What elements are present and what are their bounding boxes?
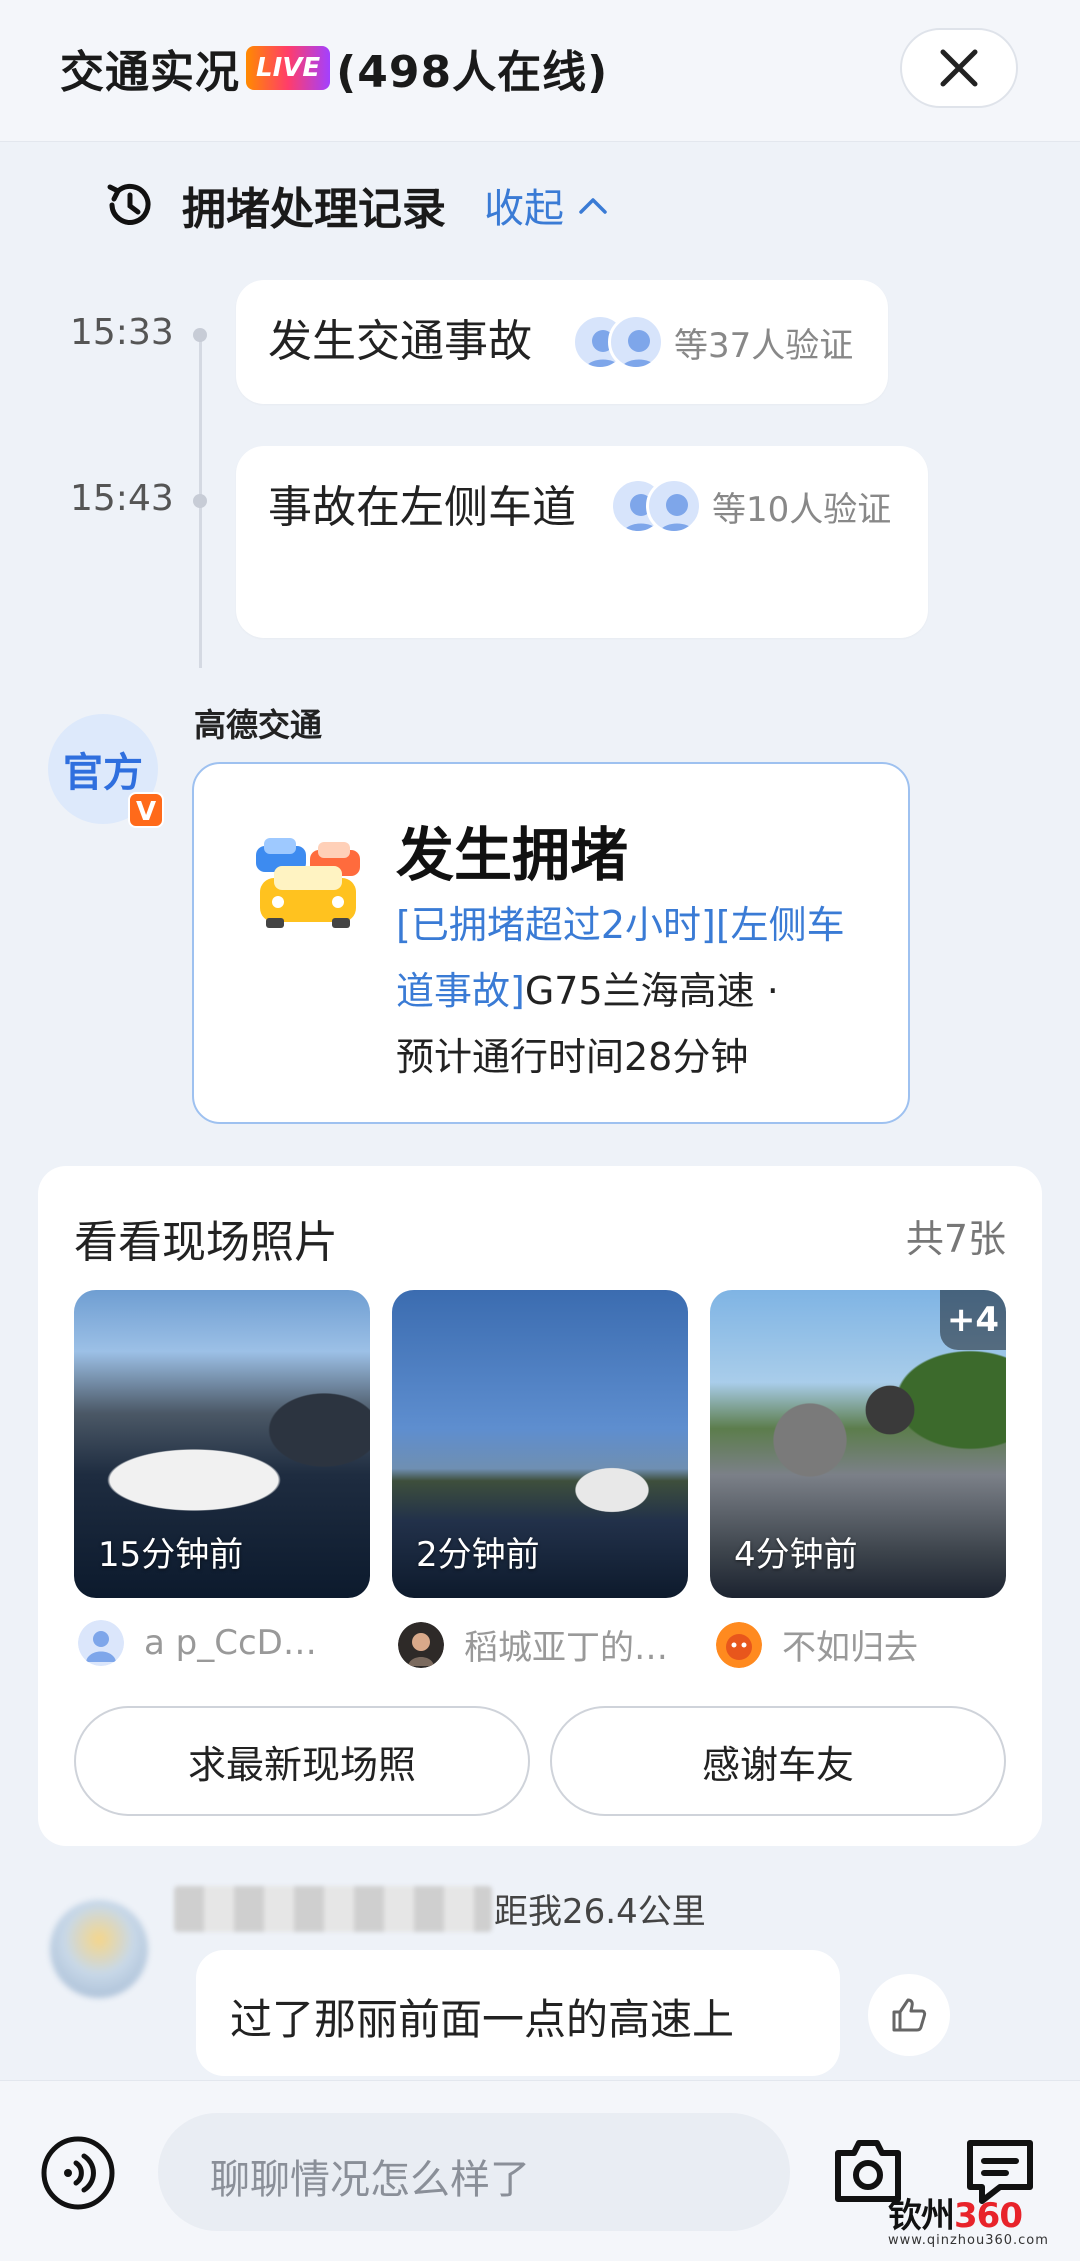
- comment-bubble: 过了那丽前面一点的高速上: [196, 1950, 840, 2076]
- event-text: 事故在左侧车道: [268, 482, 576, 533]
- live-badge: LIVE: [246, 46, 331, 90]
- comment-text: 过了那丽前面一点的高速上: [230, 1995, 735, 2044]
- avatar: [716, 1621, 762, 1668]
- photos-count[interactable]: 共7张: [906, 1208, 1006, 1263]
- scene-photo[interactable]: 2分钟前: [392, 1290, 688, 1598]
- close-button[interactable]: [900, 28, 1018, 108]
- event-text: 发生交通事故: [268, 316, 532, 367]
- chat-placeholder: 聊聊情况怎么样了: [210, 2157, 530, 2203]
- card-title: 发生拥堵: [396, 821, 629, 889]
- avatar: [608, 314, 664, 370]
- official-name[interactable]: 高德交通: [194, 700, 322, 746]
- event-time: 15:33: [70, 312, 174, 353]
- thumbs-up-icon: [892, 1998, 927, 2032]
- collapse-button[interactable]: 收起: [484, 176, 610, 234]
- photo-time: 4分钟前: [734, 1535, 858, 1575]
- record-title: 拥堵处理记录: [182, 184, 446, 235]
- online-count: (498人在线): [336, 47, 609, 98]
- scene-photo[interactable]: 15分钟前: [74, 1290, 370, 1598]
- verify-count: 等10人验证: [712, 489, 892, 530]
- scene-photo[interactable]: +4 4分钟前: [710, 1290, 1006, 1598]
- photo-uploader[interactable]: 不如归去: [716, 1620, 918, 1669]
- like-button[interactable]: [868, 1974, 950, 2056]
- chevron-up-icon: [579, 198, 607, 214]
- congestion-card[interactable]: 发生拥堵 [已拥堵超过2小时][左侧车道事故]G75兰海高速 · 预计通行时间2…: [192, 762, 910, 1124]
- more-photos-badge: +4: [940, 1290, 1006, 1350]
- verify-info[interactable]: 等37人验证: [572, 314, 853, 370]
- record-header: 拥堵处理记录 收起: [100, 170, 610, 240]
- photos-card: 看看现场照片 共7张 15分钟前 2分钟前 +4 4分钟前 a p_CcD… 稻…: [38, 1166, 1042, 1846]
- eta-text: 预计通行时间28分钟: [396, 1035, 749, 1079]
- history-clock-icon: [107, 183, 151, 225]
- photo-uploader[interactable]: a p_CcD…: [78, 1620, 317, 1666]
- avatar: [646, 478, 702, 534]
- page-title: 交通实况 LIVE (498人在线): [60, 36, 608, 100]
- photo-time: 15分钟前: [98, 1535, 244, 1575]
- voice-icon[interactable]: [38, 2133, 118, 2213]
- verifier-avatars: [572, 314, 664, 370]
- event-card: 事故在左侧车道 等10人验证: [236, 446, 928, 638]
- uploader-name: 稻城亚丁的…: [464, 1628, 668, 1668]
- watermark-logo: 钦州360: [888, 2196, 1023, 2236]
- timeline-dot: [193, 494, 207, 508]
- header: 交通实况 LIVE (498人在线): [0, 0, 1080, 142]
- official-avatar-label: 官方: [63, 750, 143, 796]
- commenter-avatar[interactable]: [50, 1900, 148, 1998]
- title-text: 交通实况: [60, 47, 240, 98]
- collapse-label: 收起: [484, 186, 564, 232]
- avatar: [398, 1621, 444, 1668]
- verified-badge: V: [128, 792, 164, 828]
- event-card: 发生交通事故 等37人验证: [236, 280, 888, 404]
- uploader-name: a p_CcD…: [144, 1623, 317, 1663]
- road-name: G75兰海高速 ·: [524, 969, 779, 1013]
- comment-distance: 距我26.4公里: [494, 1892, 706, 1932]
- uploader-name: 不如归去: [782, 1628, 918, 1668]
- verify-info[interactable]: 等10人验证: [610, 478, 891, 534]
- avatar: [78, 1620, 124, 1666]
- traffic-cars-icon: [256, 838, 360, 928]
- verify-count: 等37人验证: [674, 325, 854, 366]
- photo-time: 2分钟前: [416, 1535, 540, 1575]
- watermark-url: www.qinzhou360.com: [888, 2233, 1049, 2248]
- event-time: 15:43: [70, 478, 174, 519]
- chat-input[interactable]: 聊聊情况怎么样了: [158, 2113, 790, 2231]
- timeline-dot: [193, 328, 207, 342]
- photo-uploader[interactable]: 稻城亚丁的…: [398, 1620, 668, 1669]
- site-watermark: 钦州360 www.qinzhou360.com: [888, 2188, 1049, 2248]
- close-icon: [940, 49, 978, 87]
- request-photo-button[interactable]: 求最新现场照: [74, 1706, 530, 1816]
- verifier-avatars: [610, 478, 702, 534]
- card-body: [已拥堵超过2小时][左侧车道事故]G75兰海高速 · 预计通行时间28分钟: [396, 892, 876, 1090]
- thanks-button[interactable]: 感谢车友: [550, 1706, 1006, 1816]
- photos-title: 看看现场照片: [74, 1217, 338, 1268]
- commenter-name-blurred: [174, 1886, 492, 1932]
